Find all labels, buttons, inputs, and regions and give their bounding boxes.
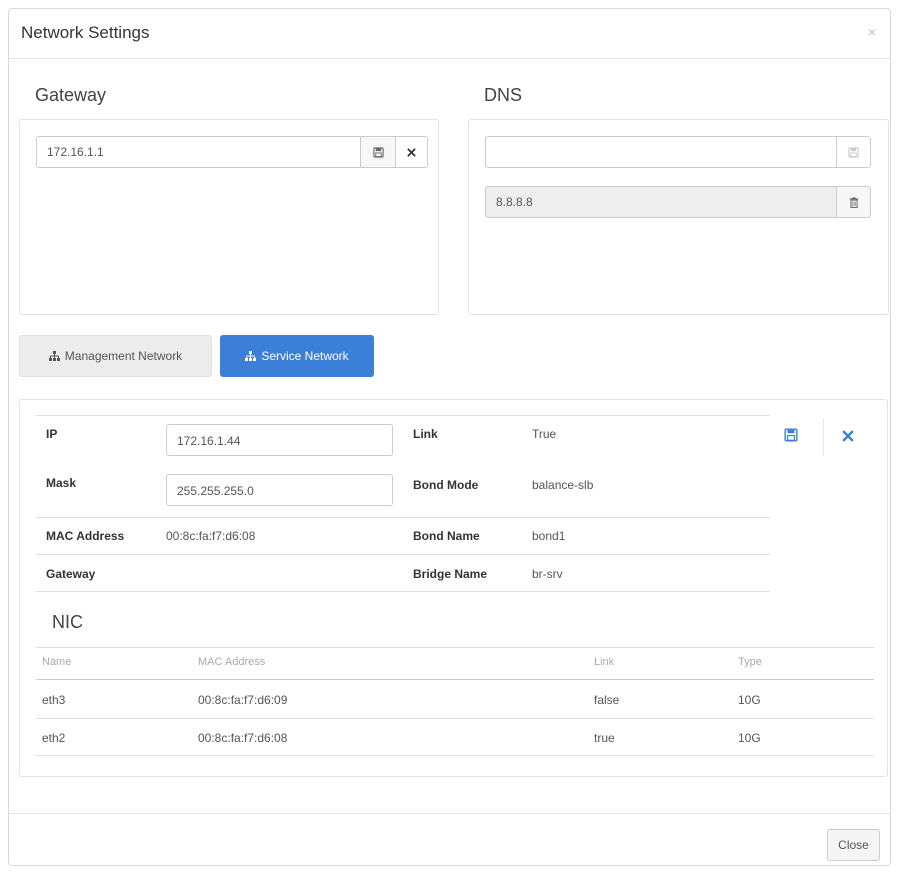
- bond-mode-label: Bond Mode: [413, 478, 479, 492]
- ip-input[interactable]: 172.16.1.44: [166, 424, 393, 456]
- bond-name-label: Bond Name: [413, 529, 480, 543]
- action-divider: [823, 418, 824, 456]
- dialog-close-icon[interactable]: ×: [868, 24, 876, 40]
- bridge-name-label: Bridge Name: [413, 567, 488, 581]
- save-icon: [784, 428, 798, 442]
- mask-input[interactable]: 255.255.255.0: [166, 474, 393, 506]
- nic-type-cell: 10G: [738, 693, 761, 707]
- gateway-label: Gateway: [46, 567, 96, 581]
- nic-header-mac: MAC Address: [198, 656, 266, 668]
- save-icon: [372, 146, 384, 158]
- nic-name-cell: eth2: [42, 731, 66, 745]
- dns-title: DNS: [484, 85, 523, 105]
- dns-save-button[interactable]: [836, 136, 871, 168]
- trash-icon: [849, 196, 858, 208]
- network-save-button[interactable]: [784, 428, 798, 445]
- bond-name-value: bond1: [532, 529, 566, 543]
- row-divider: [36, 591, 770, 592]
- gateway-input[interactable]: 172.16.1.1: [36, 136, 361, 168]
- row-divider: [36, 415, 770, 416]
- sitemap-icon: [48, 351, 60, 361]
- mac-address-value: 00:8c:fa:f7:d6:08: [166, 529, 256, 543]
- tab-service-network[interactable]: Service Network: [220, 335, 374, 377]
- dns-entry: 8.8.8.8: [485, 186, 837, 218]
- service-network-panel: IP 172.16.1.44 Mask 255.255.255.0 MAC Ad…: [19, 399, 888, 777]
- mac-address-label: MAC Address: [46, 529, 125, 543]
- tab-service-network-label: Service Network: [261, 349, 349, 363]
- tab-management-network[interactable]: Management Network: [19, 335, 212, 377]
- nic-link-cell: true: [594, 731, 615, 745]
- gateway-title: Gateway: [35, 85, 107, 105]
- nic-name-cell: eth3: [42, 693, 66, 707]
- dns-panel: 8.8.8.8: [468, 119, 889, 315]
- nic-title: NIC: [52, 612, 83, 632]
- row-divider: [36, 755, 874, 756]
- network-cancel-button[interactable]: [842, 430, 854, 445]
- dns-entry-delete-button[interactable]: [836, 186, 871, 218]
- dialog-footer-divider: [9, 813, 890, 814]
- times-icon: [842, 430, 854, 442]
- mask-label: Mask: [46, 476, 77, 490]
- row-divider: [36, 554, 770, 555]
- nic-header-bottom-line: [36, 679, 874, 680]
- nic-header-link: Link: [594, 656, 615, 668]
- network-settings-dialog: Network Settings × Gateway 172.16.1.1 DN…: [8, 8, 891, 866]
- bridge-name-value: br-srv: [532, 567, 563, 581]
- dialog-title: Network Settings: [21, 23, 150, 42]
- gateway-save-button[interactable]: [360, 136, 396, 168]
- nic-header-top-line: [36, 647, 874, 648]
- row-divider: [36, 718, 874, 719]
- dialog-header: Network Settings ×: [9, 9, 890, 59]
- nic-mac-cell: 00:8c:fa:f7:d6:08: [198, 731, 288, 745]
- close-button[interactable]: Close: [827, 829, 880, 861]
- tab-management-network-label: Management Network: [64, 349, 183, 363]
- nic-mac-cell: 00:8c:fa:f7:d6:09: [198, 693, 288, 707]
- link-value: True: [532, 427, 557, 441]
- nic-link-cell: false: [594, 693, 620, 707]
- ip-label: IP: [46, 427, 58, 441]
- row-divider: [36, 517, 770, 518]
- gateway-clear-button[interactable]: [395, 136, 428, 168]
- save-icon: [848, 146, 859, 158]
- nic-type-cell: 10G: [738, 731, 761, 745]
- dns-input[interactable]: [485, 136, 837, 168]
- nic-header-name: Name: [42, 656, 72, 668]
- gateway-panel: 172.16.1.1: [19, 119, 439, 315]
- sitemap-icon: [245, 351, 257, 361]
- bond-mode-value: balance-slb: [532, 478, 594, 492]
- link-label: Link: [413, 427, 438, 441]
- nic-header-type: Type: [738, 656, 762, 668]
- times-icon: [407, 147, 416, 157]
